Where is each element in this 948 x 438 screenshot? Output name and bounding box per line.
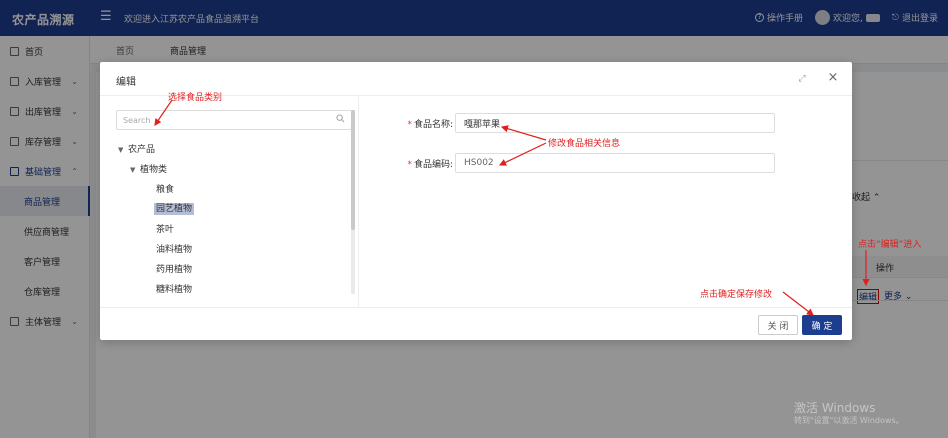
tree-node[interactable]: 粮食: [156, 182, 174, 195]
tree-node[interactable]: ▼ 植物类: [130, 162, 167, 175]
tree-label: 糖料植物: [156, 285, 193, 295]
search-icon[interactable]: [336, 114, 345, 123]
tree-label: 茶叶: [156, 225, 175, 235]
tree-label: 农产品: [128, 145, 156, 155]
name-label-text: 食品名称:: [413, 119, 453, 130]
tree-node[interactable]: 油料植物: [156, 242, 192, 255]
tree-label: 植物类: [140, 165, 168, 175]
annotation-click-edit: 点击“编辑”进入: [858, 240, 922, 250]
modal-title: 编辑: [116, 77, 136, 88]
name-row: * 食品名称:: [403, 113, 775, 133]
close-icon[interactable]: ×: [827, 71, 839, 84]
name-label: * 食品名称:: [403, 117, 455, 130]
food-name-input[interactable]: [455, 113, 775, 133]
food-code-input[interactable]: [455, 153, 775, 173]
tree-scrollbar[interactable]: [351, 110, 355, 294]
tree-node[interactable]: ▼ 农产品: [118, 142, 155, 155]
search-input[interactable]: [117, 111, 317, 129]
tree-node[interactable]: 茶叶: [156, 222, 174, 235]
tree-label: 油料植物: [156, 245, 193, 255]
close-button[interactable]: 关 闭: [758, 315, 798, 335]
ok-button[interactable]: 确 定: [802, 315, 842, 335]
category-tree-panel: ▼ 农产品 ▼ 植物类 粮食 园艺植物 茶叶 油料植物 药用植物 糖料植物: [114, 108, 356, 295]
tree-search: [116, 110, 352, 130]
tree-label: 药用植物: [156, 265, 193, 275]
annotation-modify-info: 修改食品相关信息: [548, 139, 621, 149]
annotation-click-ok: 点击确定保存修改: [700, 290, 773, 300]
scrollbar-thumb[interactable]: [351, 110, 355, 230]
tree-node-selected[interactable]: 园艺植物: [154, 201, 195, 215]
modal-footer: 关 闭 确 定: [100, 307, 852, 340]
tree-node[interactable]: 药用植物: [156, 262, 192, 275]
required-mark: *: [407, 159, 412, 170]
watermark-line1: 激活 Windows: [794, 401, 876, 415]
annotation-select-category: 选择食品类别: [168, 93, 223, 103]
tree-label: 粮食: [156, 185, 175, 195]
panel-divider: [358, 96, 359, 307]
caret-down-icon: ▼: [130, 166, 136, 174]
required-mark: *: [407, 119, 412, 130]
code-label: * 食品编码:: [403, 157, 455, 170]
caret-down-icon: ▼: [118, 146, 124, 154]
code-row: * 食品编码:: [403, 153, 775, 173]
tree-label: 园艺植物: [154, 203, 195, 215]
watermark-line2: 转到"设置"以激活 Windows。: [794, 416, 904, 425]
tree-node[interactable]: 糖料植物: [156, 282, 192, 295]
fullscreen-icon[interactable]: ⤢: [797, 74, 807, 84]
code-label-text: 食品编码:: [413, 159, 453, 170]
